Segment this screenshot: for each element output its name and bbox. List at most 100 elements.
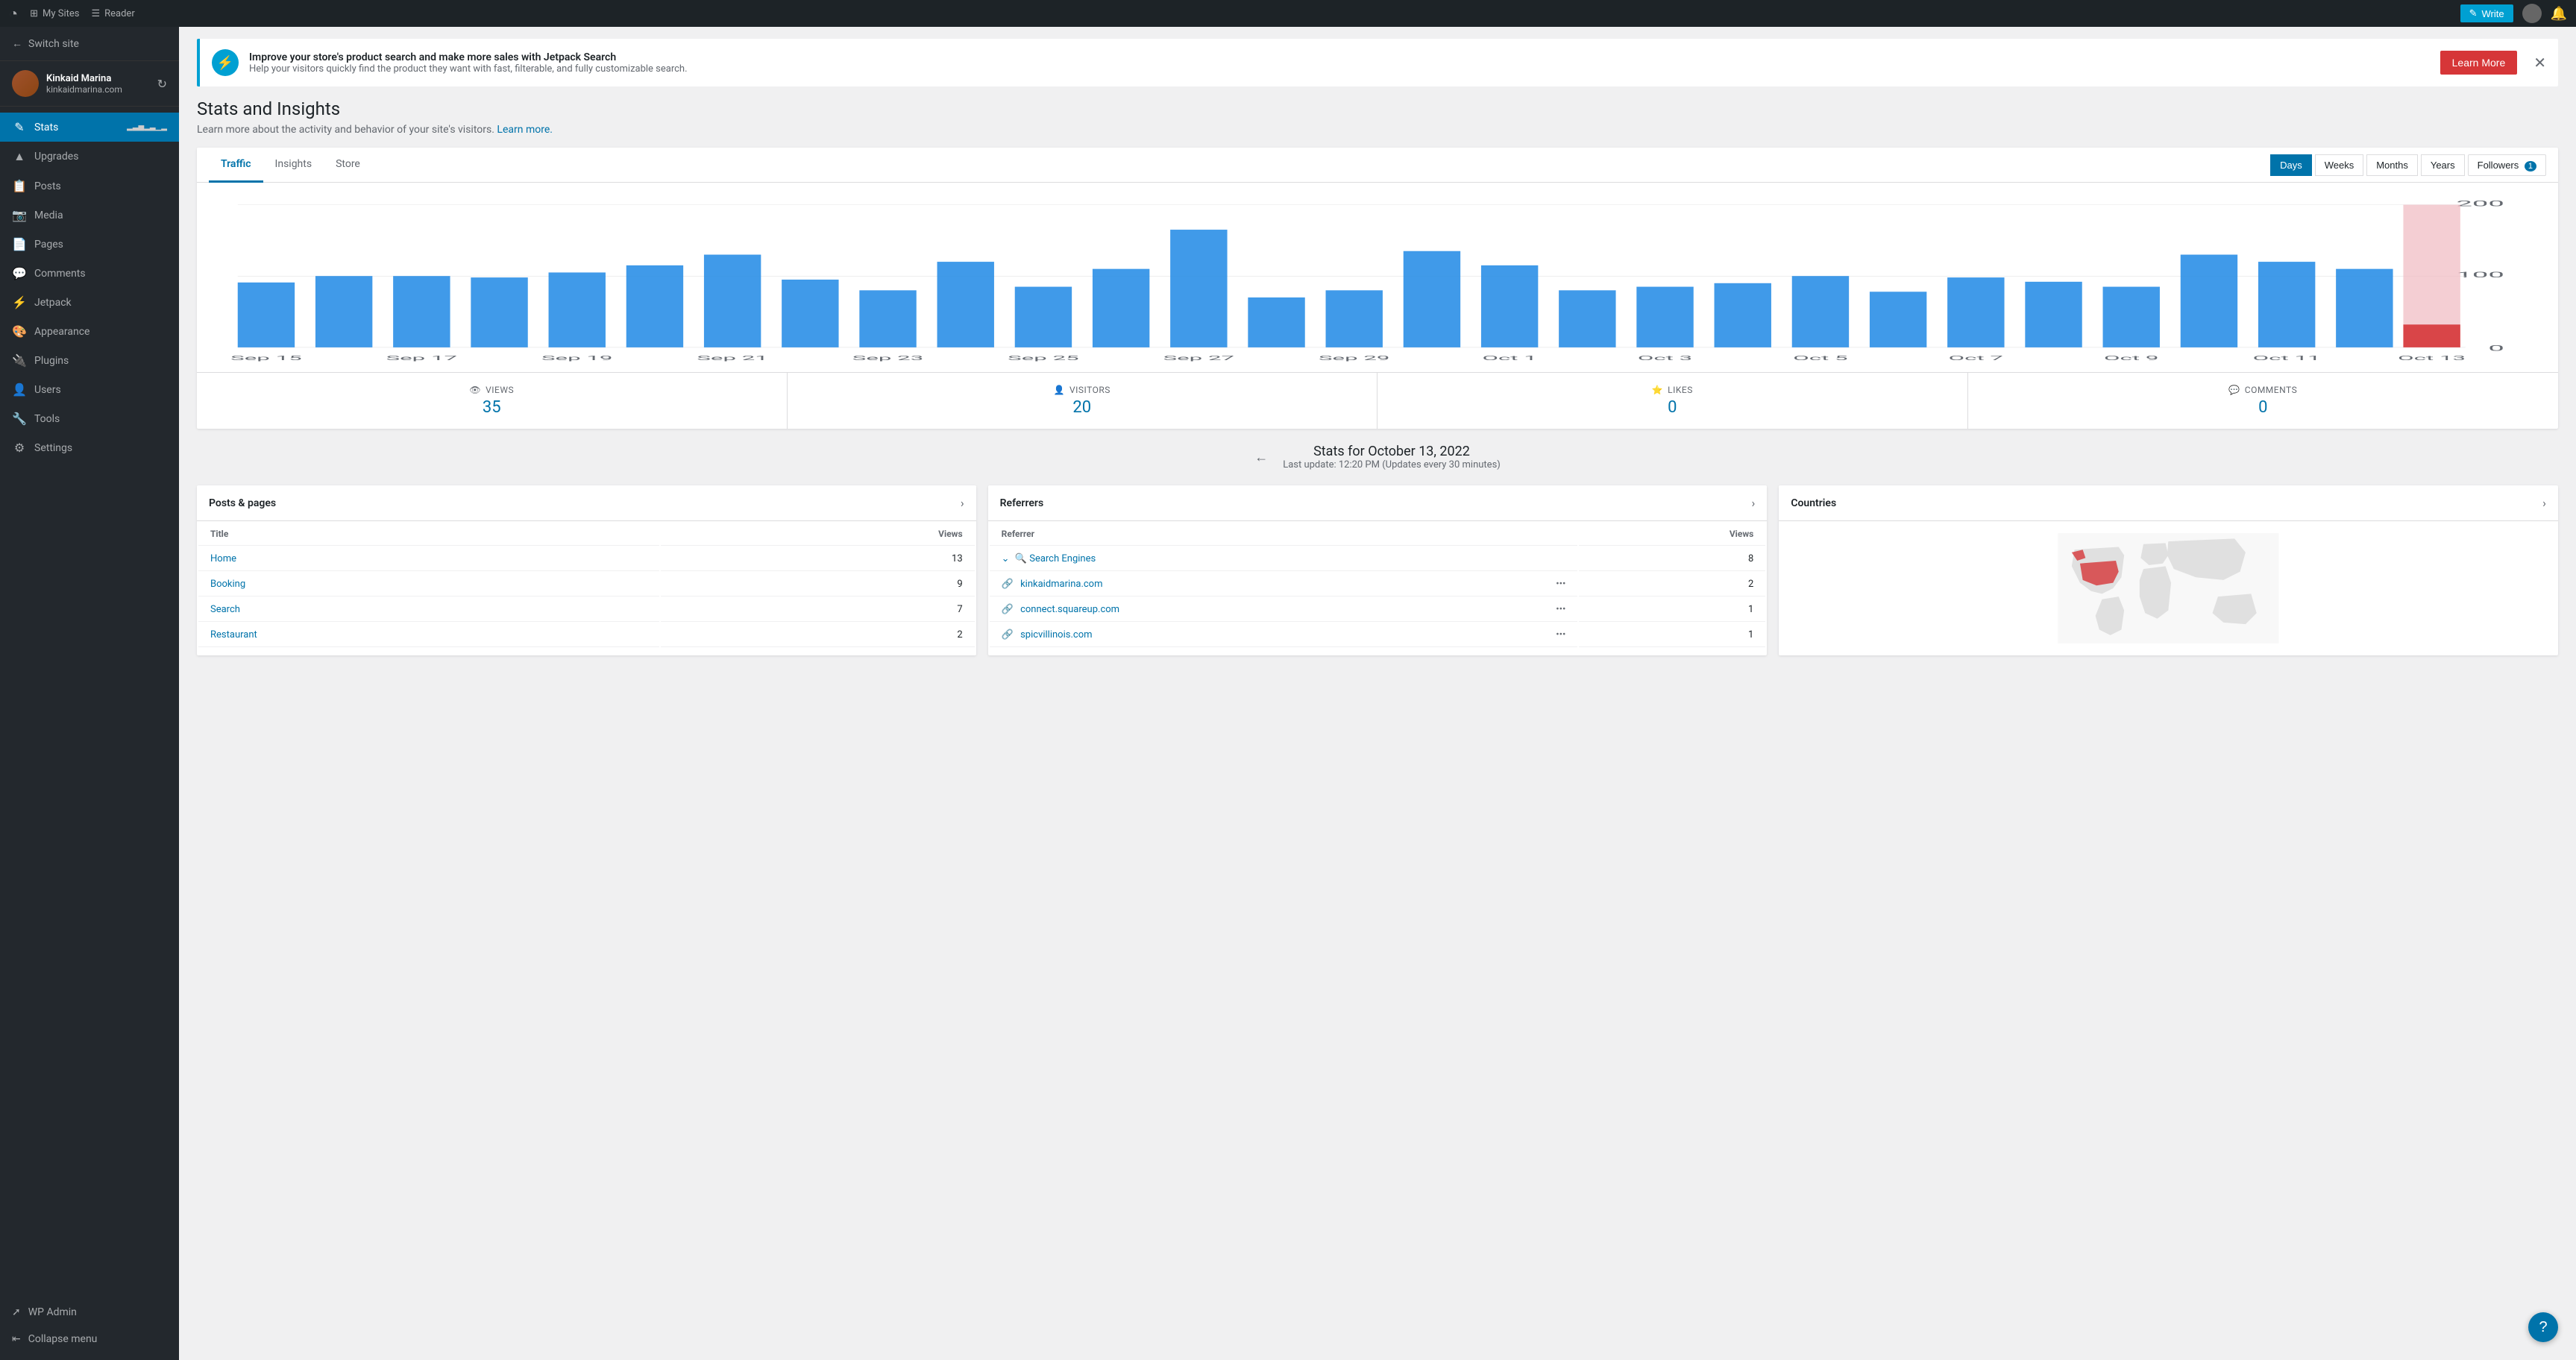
sidebar-item-upgrades[interactable]: ▲ Upgrades [0,142,179,171]
learn-more-link[interactable]: Learn more. [497,124,553,136]
lightning-icon: ⚡ [217,55,233,71]
wp-admin-link[interactable]: ➚ WP Admin [12,1299,167,1326]
tab-insights[interactable]: Insights [263,148,324,183]
sidebar-item-jetpack[interactable]: ⚡ Jetpack [0,288,179,317]
person-icon: 👤 [1054,385,1065,395]
user-name: Kinkaid Marina [46,73,150,84]
post-views: 13 [661,547,975,571]
posts-col-title: Title [198,523,659,546]
post-views: 2 [661,623,975,647]
topbar-left: ◔ ⊞ My Sites ☰ Reader [9,4,135,23]
learn-more-button[interactable]: Learn More [2440,51,2518,75]
table-row: Booking 9 [198,573,975,596]
more-options-icon[interactable]: ••• [1556,579,1565,590]
table-row: Restaurant 2 [198,623,975,647]
reader-link[interactable]: ☰ Reader [91,8,134,19]
external-link-icon: ➚ [12,1306,21,1318]
help-button[interactable]: ? [2528,1312,2558,1342]
collapse-icon: ⇤ [12,1333,21,1345]
plugins-icon: 🔌 [12,353,27,368]
sidebar-item-comments[interactable]: 💬 Comments [0,259,179,288]
followers-button[interactable]: Followers 1 [2468,154,2546,176]
sidebar-bottom: ➚ WP Admin ⇤ Collapse menu [0,1291,179,1360]
collapse-menu-button[interactable]: ⇤ Collapse menu [12,1326,167,1353]
ref-col-referrer: Referrer [990,523,1578,546]
referrers-table: Referrer Views ⌄ 🔍 Search Engines [988,521,1768,649]
period-months-button[interactable]: Months [2366,154,2418,176]
sidebar-item-plugins[interactable]: 🔌 Plugins [0,346,179,375]
referrer-link[interactable]: Search Engines [1029,553,1096,564]
expand-icon[interactable]: ⌄ [1002,553,1010,564]
sidebar-item-stats[interactable]: ✎ Stats ▂▃▅▂▃▁▂ [0,113,179,142]
referrer-views: 2 [1579,573,1765,596]
jetpack-icon: ⚡ [12,295,27,309]
date-back-button[interactable]: ← [1254,450,1268,465]
post-link[interactable]: Search [210,604,240,615]
stat-visitors: 👤 Visitors 20 [788,373,1378,429]
post-link[interactable]: Booking [210,579,245,590]
grid-icon: ⊞ [30,8,38,19]
sidebar-item-tools[interactable]: 🔧 Tools [0,404,179,433]
table-row: 🔗 connect.squareup.com ••• 1 [990,598,1766,622]
switch-site-button[interactable]: ← Switch site [0,27,179,61]
world-map-svg [1791,533,2546,643]
visitors-count: 20 [799,398,1366,417]
svg-text:200: 200 [2456,199,2504,208]
wordpress-logo[interactable]: ◔ [9,4,18,23]
comment-icon: 💬 [2228,385,2240,395]
reader-icon: ☰ [91,8,100,19]
period-years-button[interactable]: Years [2421,154,2465,176]
banner-close-button[interactable]: ✕ [2533,54,2546,72]
write-button[interactable]: ✎ Write [2460,4,2513,22]
post-link[interactable]: Restaurant [210,629,257,640]
posts-pages-header: Posts & pages › [197,485,976,521]
layout: ← Switch site Kinkaid Marina kinkaidmari… [0,27,2576,1360]
svg-text:Oct 9: Oct 9 [2104,354,2158,362]
sidebar-item-settings[interactable]: ⚙ Settings [0,433,179,462]
referrer-views: 1 [1579,598,1765,622]
post-link[interactable]: Home [210,553,236,564]
referrer-link[interactable]: spicvillinois.com [1020,629,1092,640]
svg-text:Sep 29: Sep 29 [1319,354,1390,362]
referrer-link[interactable]: kinkaidmarina.com [1020,579,1102,590]
period-days-button[interactable]: Days [2270,154,2312,176]
referrer-link[interactable]: connect.squareup.com [1020,604,1119,615]
sidebar-item-users[interactable]: 👤 Users [0,375,179,404]
sidebar-item-media[interactable]: 📷 Media [0,201,179,230]
tab-store[interactable]: Store [324,148,372,183]
countries-arrow[interactable]: › [2542,496,2546,510]
post-views: 9 [661,573,975,596]
refresh-icon[interactable]: ↻ [157,77,167,91]
my-sites-link[interactable]: ⊞ My Sites [30,8,79,19]
sidebar-nav: ✎ Stats ▂▃▅▂▃▁▂ ▲ Upgrades 📋 Posts 📷 Med… [0,107,179,1291]
more-options-icon[interactable]: ••• [1556,629,1565,640]
table-row: ⌄ 🔍 Search Engines 8 [990,547,1766,571]
date-navigation: ← Stats for October 13, 2022 Last update… [197,429,2558,485]
sidebar-item-pages[interactable]: 📄 Pages [0,230,179,259]
notifications-icon[interactable]: 🔔 [2551,6,2567,22]
sidebar-item-appearance[interactable]: 🎨 Appearance [0,317,179,346]
appearance-icon: 🎨 [12,324,27,339]
more-options-icon[interactable]: ••• [1556,604,1565,615]
search-icon: 🔍 [1015,553,1027,564]
user-avatar[interactable] [2522,4,2542,23]
referrers-arrow[interactable]: › [1752,496,1756,510]
posts-pages-arrow[interactable]: › [961,496,964,510]
table-row: Search 7 [198,598,975,622]
svg-text:Oct 3: Oct 3 [1638,354,1692,362]
sidebar-item-posts[interactable]: 📋 Posts [0,171,179,201]
table-row: Home 13 [198,547,975,571]
pencil-icon: ✎ [2469,7,2478,19]
referrer-views: 8 [1579,547,1765,571]
svg-text:Sep 15: Sep 15 [230,354,302,362]
posts-pages-table: Title Views Home 13 Booking 9 [197,521,976,649]
views-count: 35 [209,398,775,417]
period-weeks-button[interactable]: Weeks [2315,154,2364,176]
upgrades-icon: ▲ [12,149,27,164]
panels-grid: Posts & pages › Title Views Home [197,485,2558,673]
comments-icon: 💬 [12,266,27,280]
pages-icon: 📄 [12,237,27,251]
svg-text:Sep 27: Sep 27 [1163,354,1235,362]
user-avatar-sidebar [12,70,39,97]
tab-traffic[interactable]: Traffic [209,148,263,183]
